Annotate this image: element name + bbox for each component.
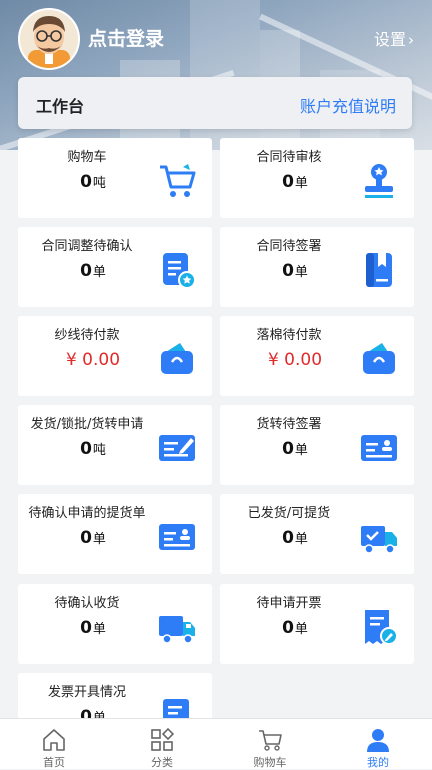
card-label: 待确认收货 bbox=[54, 596, 120, 611]
settings-button[interactable]: 设置 › bbox=[374, 26, 414, 50]
card-value: ¥ 0.00 bbox=[65, 350, 121, 370]
book-icon bbox=[366, 253, 392, 287]
card-contract-adjust[interactable]: 合同调整待确认 0单 bbox=[18, 227, 212, 307]
card-value: 0吨 bbox=[80, 172, 106, 192]
id-card-icon bbox=[361, 435, 397, 461]
stamp-icon bbox=[365, 164, 393, 198]
wallet-icon bbox=[363, 343, 395, 374]
card-label: 发票开具情况 bbox=[47, 685, 126, 700]
tab-home[interactable]: 首页 bbox=[0, 719, 108, 769]
card-value: ¥ 0.00 bbox=[267, 350, 323, 370]
workbench-title: 工作台 bbox=[36, 97, 85, 116]
card-label: 落棉待付款 bbox=[256, 328, 322, 343]
card-value: 0吨 bbox=[80, 439, 106, 459]
settings-label: 设置 bbox=[373, 30, 406, 49]
document-icon bbox=[163, 253, 196, 289]
workbench-bar: 工作台 账户充值说明 bbox=[18, 77, 412, 129]
truck-icon bbox=[159, 616, 195, 644]
card-label: 待申请开票 bbox=[256, 596, 322, 611]
card-shipment-request[interactable]: 发货/锁批/货转申请 0吨 bbox=[18, 405, 212, 485]
card-value: 0单 bbox=[282, 528, 308, 548]
tab-cart[interactable]: 购物车 bbox=[216, 719, 324, 769]
card-label: 待确认申请的提货单 bbox=[28, 506, 146, 521]
card-shipped[interactable]: 已发货/可提货 0单 bbox=[220, 494, 414, 574]
card-label: 已发货/可提货 bbox=[247, 506, 331, 521]
card-value: 0单 bbox=[282, 172, 308, 192]
login-link[interactable]: 点击登录 bbox=[88, 24, 164, 51]
avatar[interactable] bbox=[18, 8, 80, 70]
tab-category[interactable]: 分类 bbox=[108, 719, 216, 769]
category-icon bbox=[151, 727, 175, 751]
card-label: 货转待签署 bbox=[256, 417, 322, 432]
card-pickup-confirm[interactable]: 待确认申请的提货单 0单 bbox=[18, 494, 212, 574]
card-transfer-sign[interactable]: 货转待签署 0单 bbox=[220, 405, 414, 485]
wallet-icon bbox=[161, 343, 193, 374]
chevron-right-icon: › bbox=[408, 31, 414, 49]
tab-mine[interactable]: 我的 bbox=[324, 719, 432, 769]
card-yarn-payment[interactable]: 纱线待付款 ¥ 0.00 bbox=[18, 316, 212, 396]
cart-icon bbox=[259, 730, 282, 751]
card-label: 纱线待付款 bbox=[54, 328, 120, 343]
invoice-icon bbox=[365, 610, 398, 645]
avatar-icon bbox=[28, 16, 70, 68]
card-label: 发货/锁批/货转申请 bbox=[30, 417, 144, 432]
card-invoice-apply[interactable]: 待申请开票 0单 bbox=[220, 584, 414, 664]
card-value: 0单 bbox=[282, 618, 308, 638]
user-icon bbox=[367, 729, 389, 752]
card-contract-review[interactable]: 合同待审核 0单 bbox=[220, 138, 414, 218]
card-cotton-payment[interactable]: 落棉待付款 ¥ 0.00 bbox=[220, 316, 414, 396]
id-card-icon bbox=[159, 524, 195, 550]
card-value: 0单 bbox=[80, 618, 106, 638]
card-value: 0单 bbox=[80, 261, 106, 281]
card-label: 合同待签署 bbox=[256, 239, 322, 254]
card-label: 合同调整待确认 bbox=[41, 239, 133, 254]
card-value: 0单 bbox=[282, 439, 308, 459]
recharge-info-link[interactable]: 账户充值说明 bbox=[300, 93, 396, 117]
card-shopping-cart[interactable]: 购物车 0吨 bbox=[18, 138, 212, 218]
card-value: 0单 bbox=[80, 528, 106, 548]
card-contract-sign[interactable]: 合同待签署 0单 bbox=[220, 227, 414, 307]
bottom-tab-bar: 首页 分类 购物车 我的 bbox=[0, 718, 432, 769]
card-label: 合同待审核 bbox=[256, 150, 322, 165]
sign-card-icon bbox=[159, 435, 195, 461]
card-value: 0单 bbox=[282, 261, 308, 281]
cart-icon bbox=[160, 164, 196, 197]
card-receipt-confirm[interactable]: 待确认收货 0单 bbox=[18, 584, 212, 664]
truck-check-icon bbox=[361, 526, 397, 554]
home-icon bbox=[43, 729, 65, 751]
card-label: 购物车 bbox=[67, 150, 107, 165]
